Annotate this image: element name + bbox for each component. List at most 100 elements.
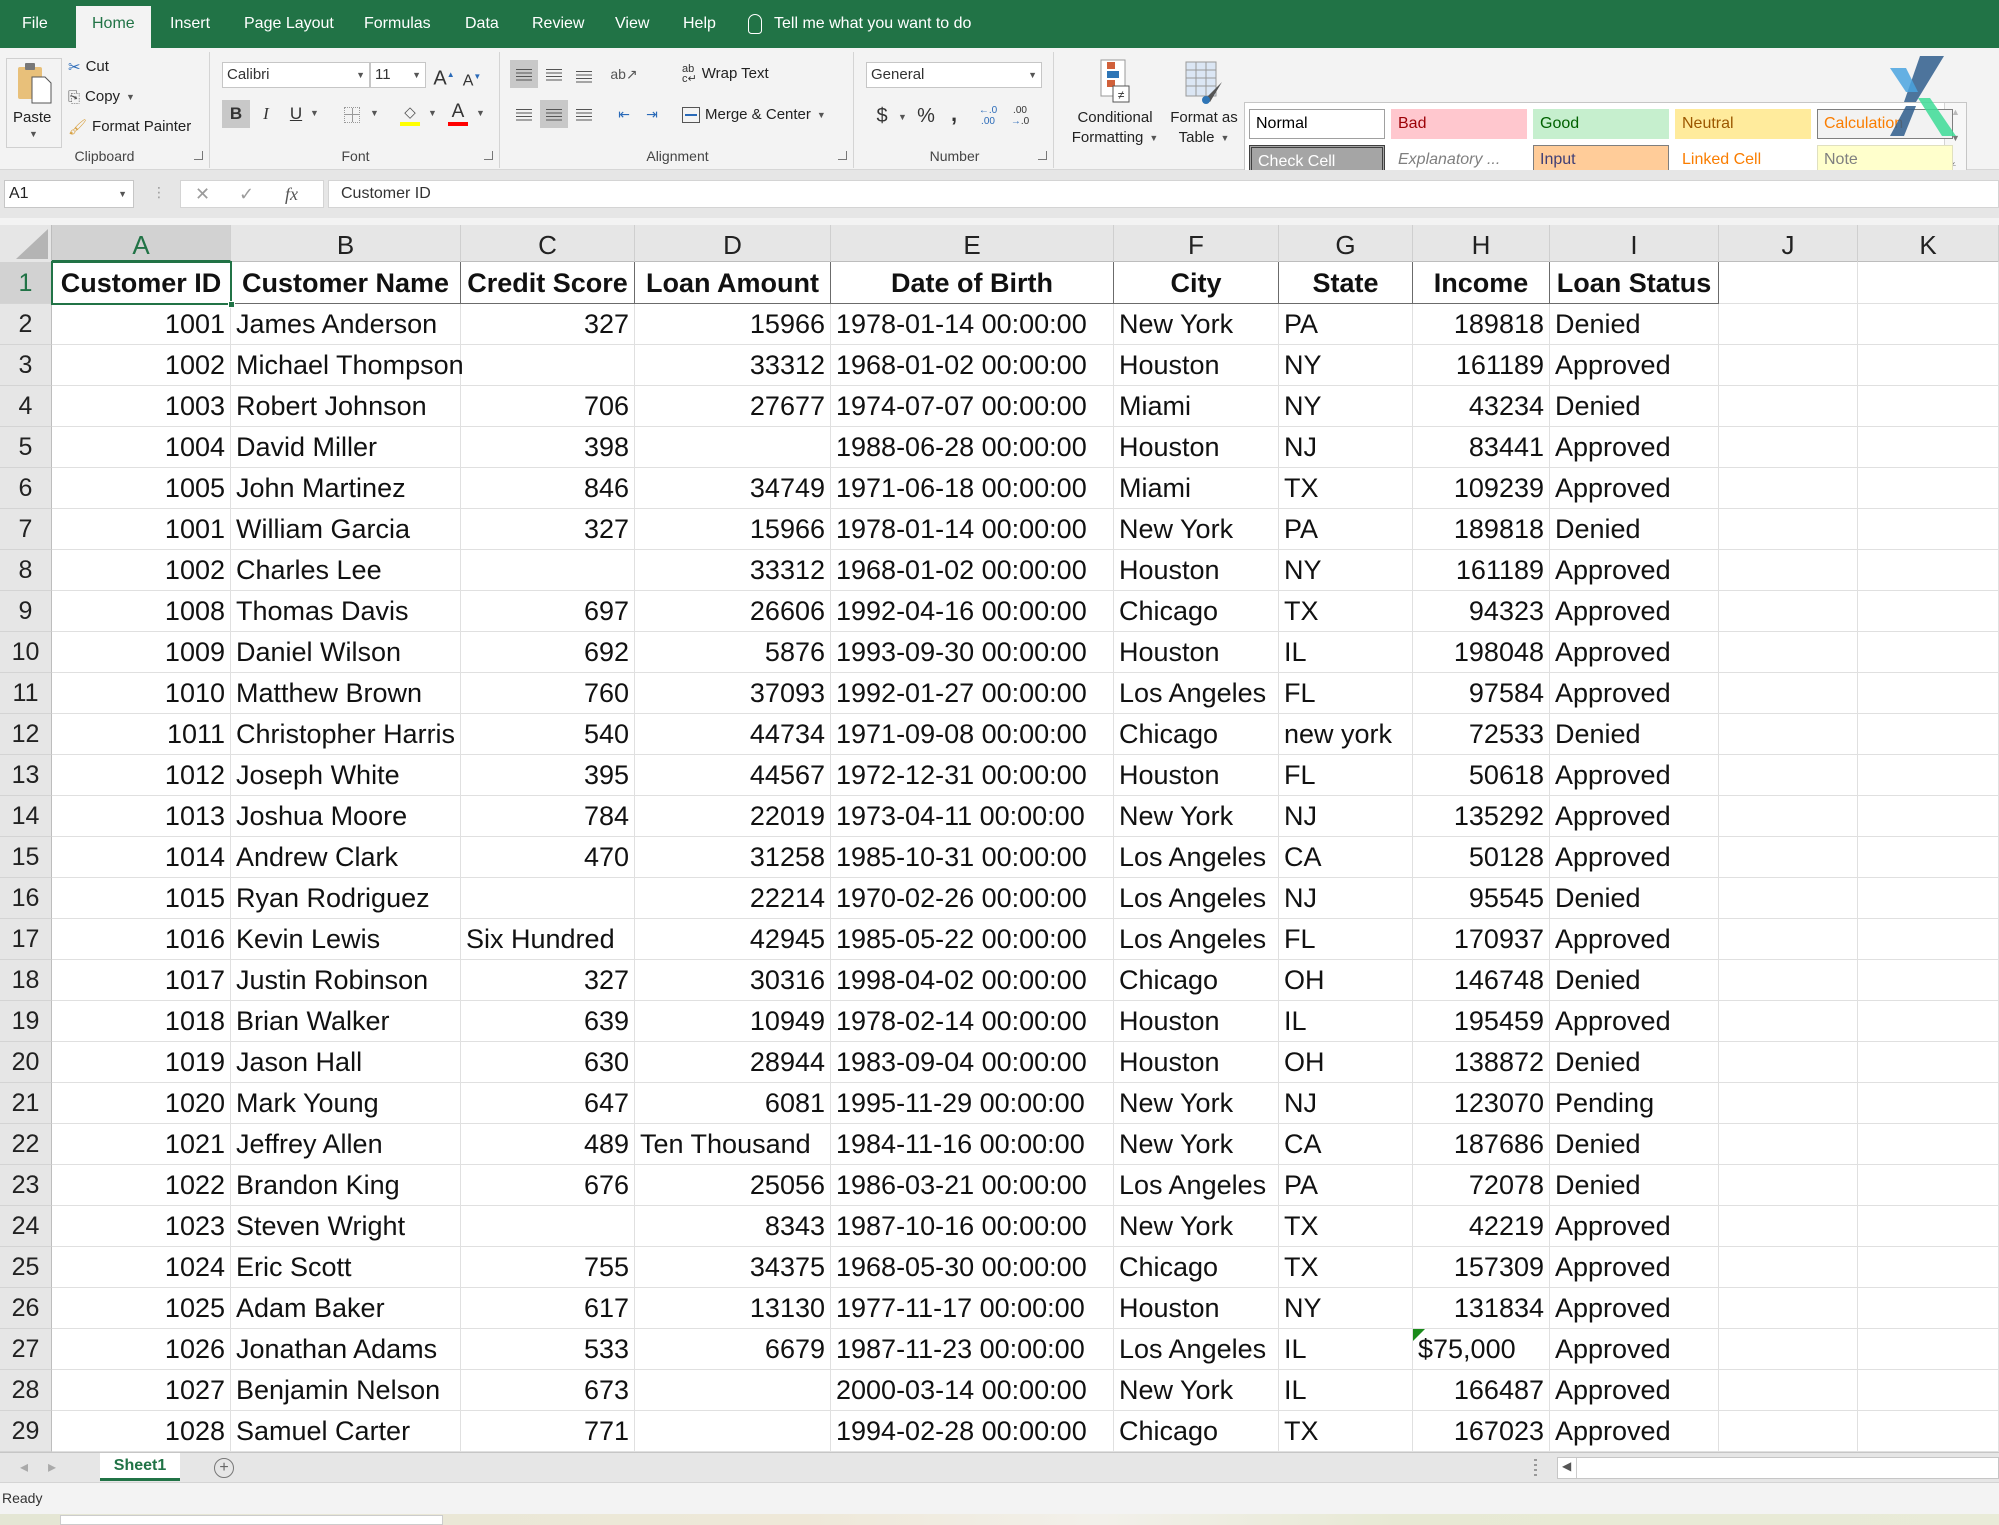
cell-i12[interactable]: Denied [1550, 714, 1719, 755]
cell-k20[interactable] [1858, 1042, 1999, 1083]
cell-b19[interactable]: Brian Walker [231, 1001, 461, 1042]
column-header-j[interactable]: J [1719, 225, 1858, 262]
cell-c2[interactable]: 327 [461, 304, 635, 345]
cell-b18[interactable]: Justin Robinson [231, 960, 461, 1001]
cell-f25[interactable]: Chicago [1114, 1247, 1279, 1288]
cell-c14[interactable]: 784 [461, 796, 635, 837]
cell-i19[interactable]: Approved [1550, 1001, 1719, 1042]
cell-h16[interactable]: 95545 [1413, 878, 1550, 919]
cell-c16[interactable] [461, 878, 635, 919]
cell-f29[interactable]: Chicago [1114, 1411, 1279, 1452]
cell-h7[interactable]: 189818 [1413, 509, 1550, 550]
cell-g23[interactable]: PA [1279, 1165, 1413, 1206]
cell-c3[interactable] [461, 345, 635, 386]
cell-b17[interactable]: Kevin Lewis [231, 919, 461, 960]
cell-j29[interactable] [1719, 1411, 1858, 1452]
insert-function-icon[interactable]: fx [285, 184, 298, 205]
header-cell-b[interactable]: Customer Name [231, 262, 461, 304]
cell-c6[interactable]: 846 [461, 468, 635, 509]
cell-g4[interactable]: NY [1279, 386, 1413, 427]
cell-h8[interactable]: 161189 [1413, 550, 1550, 591]
cell-j13[interactable] [1719, 755, 1858, 796]
header-cell-h[interactable]: Income [1413, 262, 1550, 304]
bold-button[interactable]: B [222, 100, 250, 128]
cell-e29[interactable]: 1994-02-28 00:00:00 [831, 1411, 1114, 1452]
cell-k6[interactable] [1858, 468, 1999, 509]
cell-g11[interactable]: FL [1279, 673, 1413, 714]
cell-h15[interactable]: 50128 [1413, 837, 1550, 878]
column-header-k[interactable]: K [1858, 225, 1999, 262]
cell-b23[interactable]: Brandon King [231, 1165, 461, 1206]
cell-c28[interactable]: 673 [461, 1370, 635, 1411]
underline-button[interactable]: U [282, 100, 310, 128]
italic-button[interactable]: I [252, 100, 280, 128]
cell-k18[interactable] [1858, 960, 1999, 1001]
cell-g15[interactable]: CA [1279, 837, 1413, 878]
cell-k21[interactable] [1858, 1083, 1999, 1124]
cell-j4[interactable] [1719, 386, 1858, 427]
cell-g9[interactable]: TX [1279, 591, 1413, 632]
cell-j2[interactable] [1719, 304, 1858, 345]
add-sheet-button[interactable]: + [214, 1458, 234, 1478]
cell-c10[interactable]: 692 [461, 632, 635, 673]
cell-f17[interactable]: Los Angeles [1114, 919, 1279, 960]
cell-j28[interactable] [1719, 1370, 1858, 1411]
row-header-11[interactable]: 11 [0, 673, 52, 714]
cell-c19[interactable]: 639 [461, 1001, 635, 1042]
cell-d29[interactable] [635, 1411, 831, 1452]
cell-c17[interactable]: Six Hundred [461, 919, 635, 960]
cell-k8[interactable] [1858, 550, 1999, 591]
cell-f9[interactable]: Chicago [1114, 591, 1279, 632]
column-header-e[interactable]: E [831, 225, 1114, 262]
cell-e13[interactable]: 1972-12-31 00:00:00 [831, 755, 1114, 796]
cell-style-neutral[interactable]: Neutral [1675, 109, 1811, 139]
cell-a28[interactable]: 1027 [52, 1370, 231, 1411]
cell-h19[interactable]: 195459 [1413, 1001, 1550, 1042]
comma-style-button[interactable]: , [940, 100, 968, 128]
cell-a3[interactable]: 1002 [52, 345, 231, 386]
header-cell-j[interactable] [1719, 262, 1858, 304]
cell-b21[interactable]: Mark Young [231, 1083, 461, 1124]
column-header-g[interactable]: G [1279, 225, 1413, 262]
cell-c29[interactable]: 771 [461, 1411, 635, 1452]
cell-d28[interactable] [635, 1370, 831, 1411]
wrap-text-button[interactable]: ab c↵ Wrap Text [682, 64, 769, 85]
cell-i4[interactable]: Denied [1550, 386, 1719, 427]
cell-b4[interactable]: Robert Johnson [231, 386, 461, 427]
cell-k25[interactable] [1858, 1247, 1999, 1288]
cell-f15[interactable]: Los Angeles [1114, 837, 1279, 878]
cell-a13[interactable]: 1012 [52, 755, 231, 796]
cell-a14[interactable]: 1013 [52, 796, 231, 837]
cell-a20[interactable]: 1019 [52, 1042, 231, 1083]
cell-b24[interactable]: Steven Wright [231, 1206, 461, 1247]
header-cell-f[interactable]: City [1114, 262, 1279, 304]
column-header-d[interactable]: D [635, 225, 831, 262]
cell-k28[interactable] [1858, 1370, 1999, 1411]
cell-c27[interactable]: 533 [461, 1329, 635, 1370]
cell-j16[interactable] [1719, 878, 1858, 919]
cell-f4[interactable]: Miami [1114, 386, 1279, 427]
cell-b28[interactable]: Benjamin Nelson [231, 1370, 461, 1411]
cell-f13[interactable]: Houston [1114, 755, 1279, 796]
cell-e3[interactable]: 1968-01-02 00:00:00 [831, 345, 1114, 386]
font-name-select[interactable]: Calibri ▼ [222, 62, 370, 88]
cell-h3[interactable]: 161189 [1413, 345, 1550, 386]
cell-a10[interactable]: 1009 [52, 632, 231, 673]
cell-h13[interactable]: 50618 [1413, 755, 1550, 796]
select-all-button[interactable] [0, 225, 52, 262]
tab-help[interactable]: Help [683, 0, 716, 48]
cell-h12[interactable]: 72533 [1413, 714, 1550, 755]
scrollbar-thumb[interactable] [1576, 1458, 1577, 1478]
cell-d5[interactable] [635, 427, 831, 468]
cell-h25[interactable]: 157309 [1413, 1247, 1550, 1288]
cell-f23[interactable]: Los Angeles [1114, 1165, 1279, 1206]
cell-i7[interactable]: Denied [1550, 509, 1719, 550]
cell-b9[interactable]: Thomas Davis [231, 591, 461, 632]
cell-b26[interactable]: Adam Baker [231, 1288, 461, 1329]
tab-insert[interactable]: Insert [170, 0, 210, 48]
decrease-font-size-button[interactable]: A▼ [458, 63, 486, 91]
cell-d23[interactable]: 25056 [635, 1165, 831, 1206]
cell-a8[interactable]: 1002 [52, 550, 231, 591]
chevron-down-icon[interactable]: ▼ [428, 108, 437, 118]
cell-k5[interactable] [1858, 427, 1999, 468]
